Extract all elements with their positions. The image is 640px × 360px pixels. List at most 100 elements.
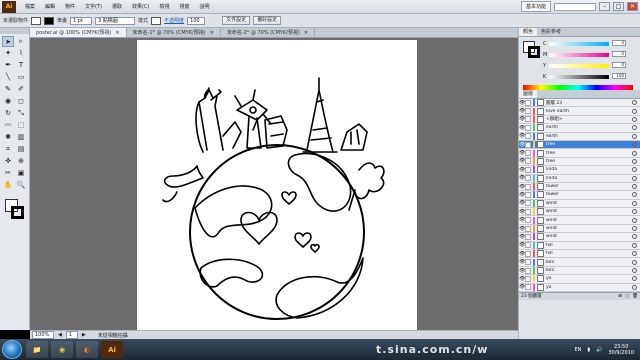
menu-type[interactable]: 文字(T) (80, 3, 107, 10)
chrome-icon[interactable]: ◉ (51, 341, 73, 358)
trash-icon[interactable]: 🗑 (632, 294, 638, 299)
layer-row[interactable]: 👁 wind (519, 233, 640, 242)
style-swatch[interactable] (151, 16, 162, 25)
canvas-area[interactable] (30, 38, 518, 330)
channel-y-value[interactable]: 0 (612, 62, 626, 68)
target-icon[interactable] (632, 251, 637, 257)
menu-help[interactable]: 說明 (194, 3, 214, 10)
channel-k-slider[interactable] (549, 75, 609, 79)
tab-layers[interactable]: 圖層 (519, 90, 538, 98)
illustrator-icon[interactable]: Ai (101, 341, 123, 358)
network-icon[interactable]: ▮ (587, 347, 590, 353)
eraser-tool-icon[interactable]: ◻ (15, 96, 27, 107)
lock-toggle[interactable] (525, 225, 531, 232)
tab-poster[interactable]: poster.ai @ 100% (CMYK/預視) ✕ (30, 28, 127, 37)
layer-name[interactable]: linda (546, 167, 632, 172)
layer-row[interactable]: 👁 圖層 23 (519, 99, 640, 108)
artboard-number-input[interactable]: 1 (65, 331, 78, 339)
earth-landmarks-illustration[interactable] (137, 40, 417, 330)
layer-name[interactable]: tree (546, 142, 632, 147)
target-icon[interactable] (632, 226, 637, 232)
target-icon[interactable] (632, 158, 637, 164)
fill-swatch[interactable] (31, 16, 42, 25)
pencil-tool-icon[interactable]: ✐ (15, 84, 27, 95)
target-icon[interactable] (632, 108, 637, 114)
fill-stroke-widget[interactable] (0, 197, 29, 227)
slice-tool-icon[interactable]: ✂ (2, 168, 14, 179)
search-input[interactable] (554, 2, 596, 11)
lasso-tool-icon[interactable]: ⌇ (15, 48, 27, 59)
target-icon[interactable] (632, 242, 637, 248)
layer-row[interactable]: 👁 tree (519, 140, 640, 150)
layer-name[interactable]: tower (546, 192, 632, 197)
free-transform-tool-icon[interactable]: ⬚ (15, 120, 27, 131)
layer-name[interactable]: tree (546, 159, 632, 164)
lock-toggle[interactable] (525, 259, 531, 266)
layer-name[interactable]: hill (546, 243, 632, 248)
layer-row[interactable]: 👁 linda (519, 174, 640, 183)
menu-edit[interactable]: 編輯 (40, 3, 60, 10)
target-icon[interactable] (632, 268, 637, 273)
target-icon[interactable] (632, 192, 637, 198)
stroke-label[interactable]: 筆畫 (57, 17, 67, 24)
artboard-tool-icon[interactable]: ▣ (15, 168, 27, 179)
rotate-tool-icon[interactable]: ↻ (2, 108, 14, 119)
layer-row[interactable]: 👁 birc (519, 258, 640, 267)
layer-row[interactable]: 👁 tower (519, 182, 640, 192)
lock-toggle[interactable] (525, 275, 531, 282)
layer-row[interactable]: 👁 wind (519, 208, 640, 217)
lock-toggle[interactable] (525, 267, 531, 274)
lock-toggle[interactable] (525, 166, 531, 173)
layer-row[interactable]: 👁 wind (519, 216, 640, 225)
menu-object[interactable]: 物件 (60, 3, 80, 10)
new-sublayer-icon[interactable]: ⊞ (618, 294, 622, 299)
layer-row[interactable]: 👁 earth (519, 124, 640, 133)
layer-name[interactable]: hill (546, 251, 632, 256)
layer-row[interactable]: 👁 wind (519, 199, 640, 209)
lock-toggle[interactable] (525, 124, 531, 131)
channel-k-value[interactable]: 100 (612, 73, 626, 79)
brush-select[interactable]: 3 點橢圓 (95, 16, 136, 25)
lock-toggle[interactable] (525, 141, 531, 148)
color-stroke-box[interactable] (528, 46, 540, 58)
menu-view[interactable]: 檢視 (154, 3, 174, 10)
document-setup-button[interactable]: 文件設定 (222, 16, 251, 25)
layer-name[interactable]: wind (546, 209, 632, 214)
layer-name[interactable]: earth (546, 134, 632, 139)
status-info[interactable]: 未從相機拍攝 (98, 332, 128, 339)
lock-toggle[interactable] (525, 183, 531, 190)
blend-tool-icon[interactable]: ⊕ (15, 156, 27, 167)
target-icon[interactable] (632, 133, 637, 139)
lock-toggle[interactable] (525, 250, 531, 257)
pen-tool-icon[interactable]: ✒ (2, 60, 14, 71)
layer-row[interactable]: 👁 yo (519, 283, 640, 292)
target-icon[interactable] (632, 234, 637, 240)
stroke-weight-select[interactable]: 1 pt (70, 16, 93, 25)
layer-name[interactable]: yo (546, 276, 632, 281)
target-icon[interactable] (632, 184, 637, 190)
layer-name[interactable]: 圖層 23 (546, 100, 632, 106)
volume-icon[interactable]: 🔊 (596, 347, 602, 353)
layer-row[interactable]: 👁 <群組> (519, 115, 640, 125)
layer-name[interactable]: <群組> (546, 116, 632, 122)
channel-c-value[interactable]: 0 (612, 40, 626, 46)
lock-toggle[interactable] (525, 208, 531, 215)
target-icon[interactable] (632, 259, 637, 265)
stroke-swatch[interactable] (44, 16, 55, 25)
layer-row[interactable]: 👁 tree (519, 149, 640, 158)
opacity-input[interactable]: 100 (187, 16, 206, 25)
layer-name[interactable]: birc (546, 260, 632, 265)
layer-name[interactable]: tower (546, 184, 632, 189)
target-icon[interactable] (632, 125, 637, 131)
menu-file[interactable]: 檔案 (20, 3, 40, 10)
lock-toggle[interactable] (525, 150, 531, 157)
selection-tool-icon[interactable]: ➤ (2, 36, 14, 47)
lock-toggle[interactable] (525, 217, 531, 224)
target-icon[interactable] (632, 200, 637, 206)
layer-row[interactable]: 👁 linda (519, 166, 640, 175)
layer-name[interactable]: earth (546, 125, 632, 130)
eyedropper-tool-icon[interactable]: ✜ (2, 156, 14, 167)
preferences-button[interactable]: 偏好設定 (253, 16, 282, 25)
tab-color[interactable]: 顏色 (519, 28, 538, 36)
lock-toggle[interactable] (525, 99, 531, 106)
